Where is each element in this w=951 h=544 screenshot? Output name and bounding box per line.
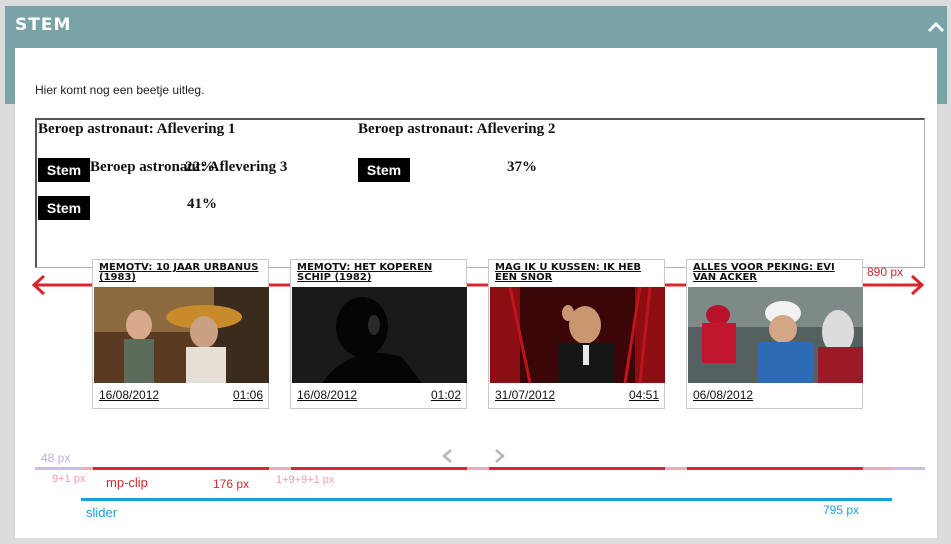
clip-title: MAG IK U KUSSEN: IK HEB EEN SNOR: [495, 262, 642, 283]
clip-thumbnail[interactable]: [292, 287, 467, 383]
clip-date: 31/07/2012: [495, 388, 556, 402]
chevron-left-icon[interactable]: [441, 448, 453, 469]
poll-frame: Beroep astronaut: Aflevering 1 Beroep as…: [35, 118, 925, 268]
clip-card-1[interactable]: MEMOTV: 10 JAAR URBANUS (1983) 16/08/201…: [92, 259, 269, 409]
height-48-label: 48 px: [41, 451, 71, 465]
vote-button-2[interactable]: Stem: [358, 158, 410, 182]
chevron-up-icon[interactable]: [927, 20, 945, 34]
clip-title: MEMOTV: HET KOPEREN SCHIP (1982): [297, 262, 433, 283]
clip-width-label: 176 px: [213, 477, 250, 491]
width-890-label: 890 px: [867, 265, 904, 279]
clip-measure-bar-3: [489, 467, 665, 470]
clip-title: ALLES VOOR PEKING: EVI VAN ACKER: [693, 262, 835, 283]
clip-card-2[interactable]: MEMOTV: HET KOPEREN SCHIP (1982) 16/08/2…: [290, 259, 467, 409]
clip-thumbnail[interactable]: [688, 287, 863, 383]
clip-card-3[interactable]: MAG IK U KUSSEN: IK HEB EEN SNOR 31/07/2…: [488, 259, 665, 409]
vote-button-3[interactable]: Stem: [38, 196, 90, 220]
clip-card-4[interactable]: ALLES VOOR PEKING: EVI VAN ACKER 06/08/2…: [686, 259, 863, 409]
widget-title: STEM: [15, 15, 72, 35]
episode-3-percent: 41%: [187, 196, 217, 212]
clip-measure-bar-1: [93, 467, 269, 470]
margin-label: 9+1 px: [52, 473, 86, 485]
clip-date: 06/08/2012: [693, 388, 754, 402]
slider-measure-bar: [81, 498, 892, 501]
slider-width-label: 795 px: [823, 503, 860, 517]
clip-date: 16/08/2012: [297, 388, 358, 402]
clip-thumbnail[interactable]: [94, 287, 269, 383]
chevron-right-icon[interactable]: [494, 448, 506, 469]
episode-1-title: Beroep astronaut: Aflevering 1: [38, 121, 236, 137]
clip-date: 16/08/2012: [99, 388, 160, 402]
clip-duration: 04:51: [628, 388, 659, 402]
clip-duration: 01:02: [430, 388, 461, 402]
clip-thumbnail[interactable]: [490, 287, 665, 383]
clip-measure-bar-4: [687, 467, 863, 470]
episode-2-percent: 37%: [507, 159, 537, 175]
clip-title: MEMOTV: 10 JAAR URBANUS (1983): [99, 262, 259, 283]
episode-2-title: Beroep astronaut: Aflevering 2: [358, 121, 556, 137]
episode-1-percent: 22%: [185, 159, 215, 175]
slider-label: slider: [86, 505, 118, 520]
vote-button-1[interactable]: Stem: [38, 158, 90, 182]
mp-clip-label: mp-clip: [106, 475, 148, 490]
intro-text: Hier komt nog een beetje uitleg.: [35, 83, 205, 97]
clip-duration: 01:06: [232, 388, 263, 402]
gap-label: 1+9+9+1 px: [276, 474, 335, 486]
